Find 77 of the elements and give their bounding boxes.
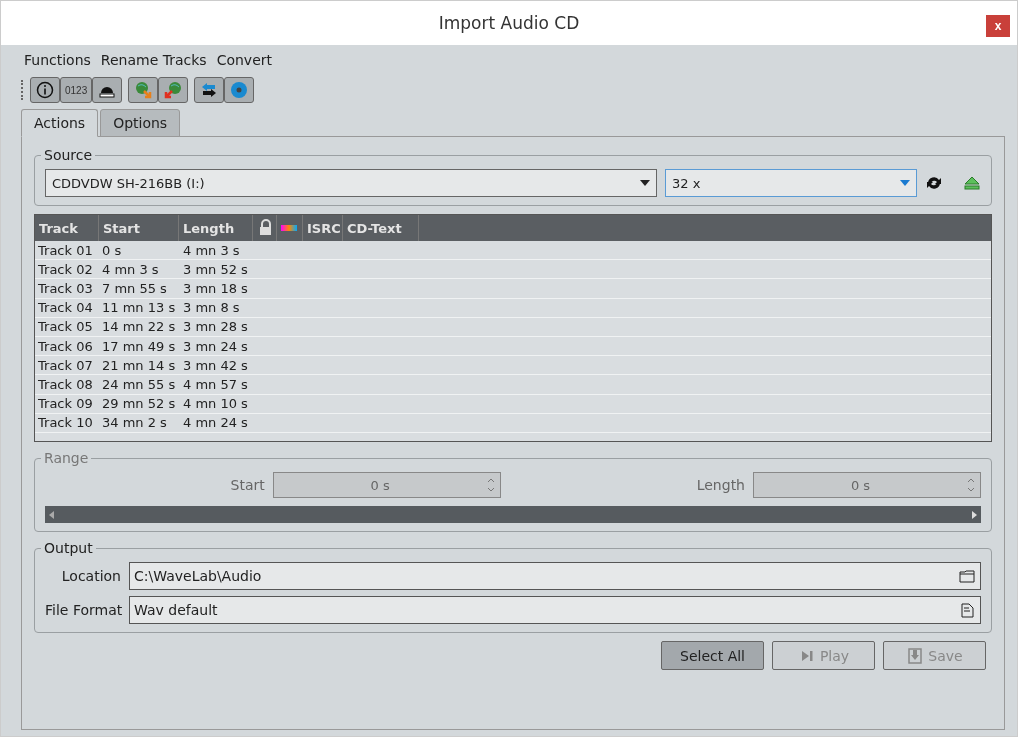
tab[interactable]: Options	[100, 109, 181, 137]
eject-icon	[963, 174, 981, 192]
table-cell-text: 7 mn 55 s	[101, 280, 168, 296]
toolbar-button[interactable]	[194, 77, 225, 103]
table-cell-text: 34 mn 2 s	[101, 415, 168, 431]
spin-arrows-icon	[486, 478, 495, 492]
globe-arrow-icon	[164, 81, 183, 99]
menu-item[interactable]: Rename Tracks	[100, 52, 207, 68]
location-field[interactable]: C:\WaveLab\Audio	[129, 562, 981, 590]
table-cell-text: 3 mn 52 s	[182, 261, 249, 277]
refresh-icon	[925, 174, 943, 192]
color-gradient-icon	[281, 225, 297, 231]
column-header[interactable]: CD-Text	[343, 215, 419, 241]
toolbar-button[interactable]	[92, 77, 123, 103]
column-header[interactable]: Length	[179, 215, 253, 241]
table-cell-text: Track 09	[37, 396, 94, 412]
table-cell-text: 4 mn 24 s	[182, 415, 249, 431]
menu-item[interactable]: Functions	[24, 52, 91, 68]
table-cell-text: 3 mn 8 s	[182, 300, 241, 316]
drive-dropdown[interactable]: CDDVDW SH-216BB (I:)	[45, 169, 657, 197]
table-cell-text: Track 02	[37, 261, 94, 277]
lock-icon	[257, 219, 271, 237]
table-cell-text: 3 mn 24 s	[182, 338, 249, 354]
menu-item[interactable]: Convert	[216, 52, 272, 68]
table-cell-text: 4 mn 3 s	[101, 261, 160, 277]
column-header[interactable]: Track	[35, 215, 99, 241]
toolbar-button[interactable]	[30, 77, 60, 103]
table-cell-text: Track 10	[37, 415, 94, 431]
column-header[interactable]: Start	[99, 215, 179, 241]
table-cell-text: 3 mn 42 s	[182, 357, 249, 373]
dropdown-caret-icon	[640, 180, 650, 186]
table-cell-text: 0 s	[101, 242, 123, 258]
range-scrollbar[interactable]	[45, 506, 981, 523]
column-header[interactable]: ISRC	[303, 215, 343, 241]
toolbar-button[interactable]: 0123	[60, 77, 93, 103]
table-cell-text: 24 mn 55 s	[101, 376, 177, 392]
table-cell-text: 4 mn 57 s	[182, 376, 249, 392]
save-icon	[906, 646, 923, 665]
table-cell-text: 4 mn 3 s	[182, 242, 241, 258]
info-icon	[36, 81, 54, 99]
scroll-right-icon	[972, 510, 977, 519]
field-label: File Format	[45, 602, 121, 618]
table-cell-text: Track 04	[37, 300, 94, 316]
speed-dropdown[interactable]: 32 x	[665, 169, 917, 197]
table-cell-text: Track 07	[37, 357, 94, 373]
table-cell-text: Track 08	[37, 376, 94, 392]
group-title: Output	[43, 540, 94, 556]
scroll-left-icon	[49, 510, 54, 519]
table-cell-text: Track 05	[37, 319, 94, 335]
document-icon	[958, 601, 976, 619]
dialog-button[interactable]: Select All	[661, 641, 764, 670]
table-cell-text: 3 mn 18 s	[182, 280, 249, 296]
field-label: Start	[230, 477, 265, 493]
disc-icon	[230, 81, 249, 99]
table-cell-text: 3 mn 28 s	[182, 319, 249, 335]
format-field[interactable]: Wav default	[129, 596, 981, 624]
table-cell-text: Track 01	[37, 242, 94, 258]
table-cell-text: 21 mn 14 s	[101, 357, 177, 373]
spin-arrows-icon	[967, 478, 975, 492]
tab[interactable]: Actions	[21, 109, 99, 137]
dropdown-caret-icon	[900, 180, 910, 186]
window-title: Import Audio CD	[438, 13, 580, 33]
table-cell-text: Track 03	[37, 280, 94, 296]
field-label: Location	[60, 568, 121, 584]
table-cell-text: 17 mn 49 s	[101, 338, 177, 354]
field-label: Length	[696, 477, 745, 493]
group-title: Range	[43, 450, 90, 466]
globe-arrow-icon	[134, 81, 153, 99]
table-cell-text: Track 06	[37, 338, 94, 354]
toolbar-grip[interactable]	[21, 80, 24, 100]
folder-icon	[958, 567, 976, 585]
table-cell-text: 4 mn 10 s	[182, 396, 249, 412]
table-cell-text: 11 mn 13 s	[101, 300, 177, 316]
table-cell-text: 29 mn 52 s	[101, 396, 177, 412]
table-cell-text: 14 mn 22 s	[101, 319, 177, 335]
group-title: Source	[43, 147, 94, 163]
close-button[interactable]: x	[986, 15, 1010, 37]
